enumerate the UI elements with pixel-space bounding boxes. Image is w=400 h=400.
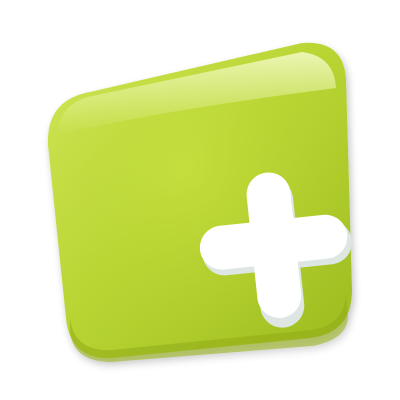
app-icon-canvas — [0, 0, 400, 400]
logo-tile — [47, 42, 352, 362]
plus-square-icon — [47, 42, 352, 362]
